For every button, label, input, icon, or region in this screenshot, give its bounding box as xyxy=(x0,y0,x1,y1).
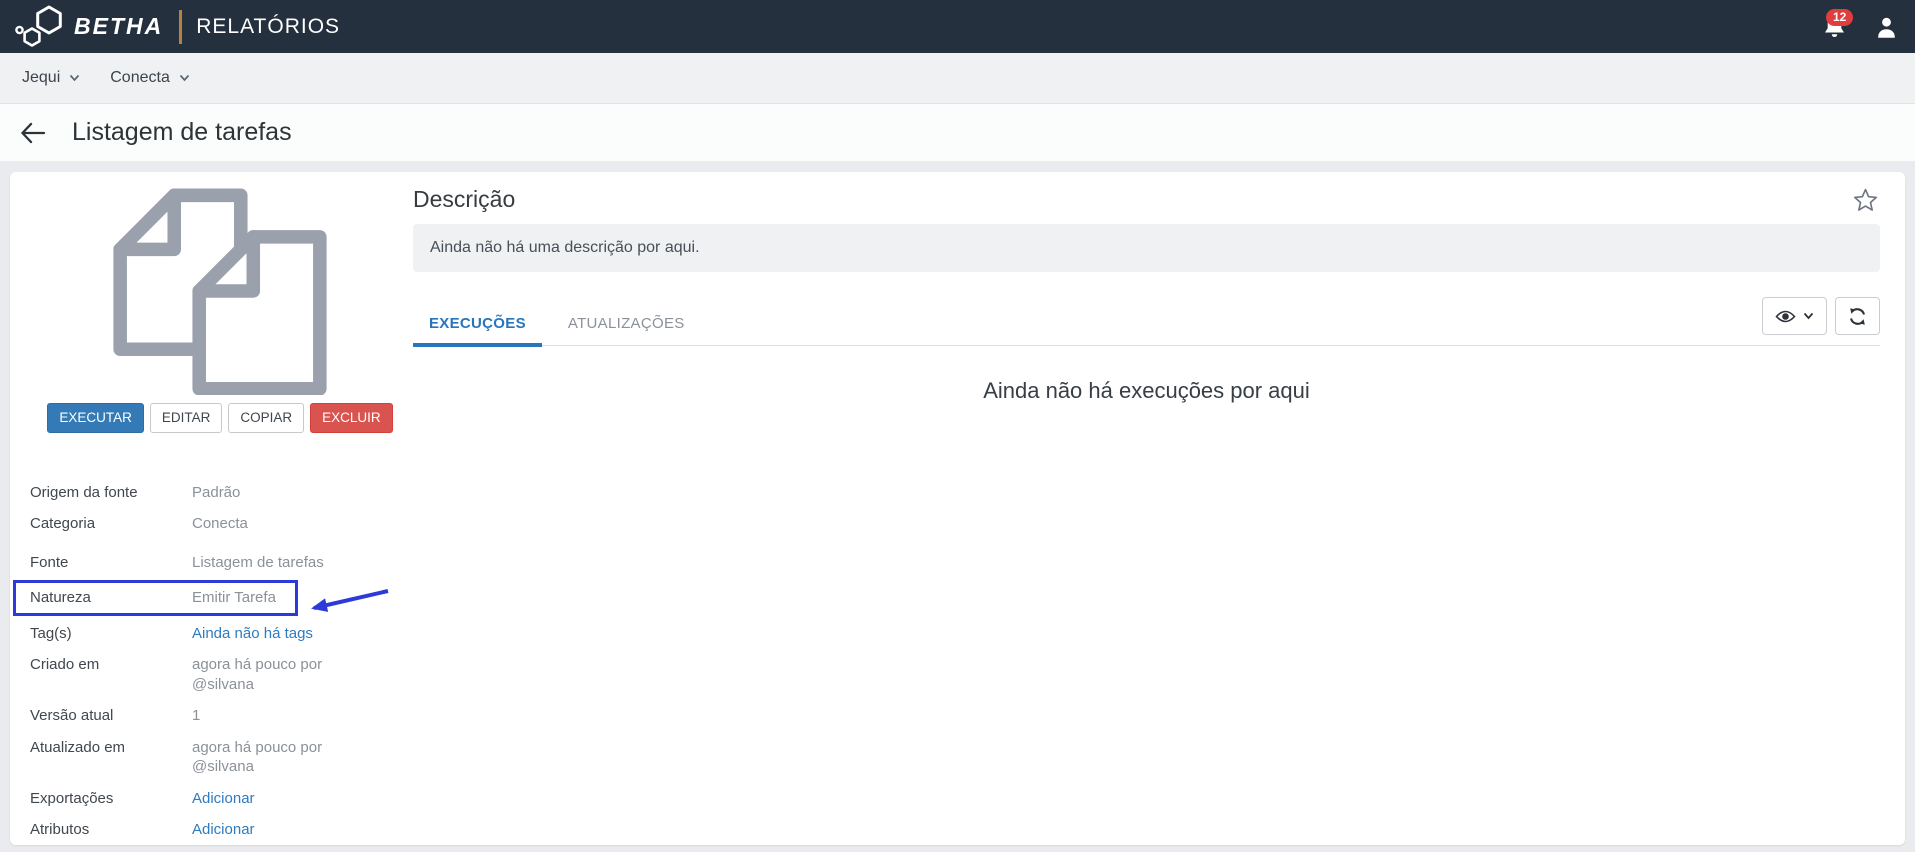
report-actions: EXECUTAR EDITAR COPIAR EXCLUIR xyxy=(30,403,410,433)
detail-row-categoria: Categoria Conecta xyxy=(30,508,400,540)
detail-value: Emitir Tarefa xyxy=(192,589,276,607)
chevron-down-icon xyxy=(69,74,80,82)
page-title: Listagem de tarefas xyxy=(72,118,292,146)
detail-value: agora há pouco por @silvana xyxy=(192,656,323,693)
favorite-star-button[interactable] xyxy=(1851,186,1880,214)
exportacoes-add-link[interactable]: Adicionar xyxy=(192,789,332,809)
detail-row-versao: Versão atual 1 xyxy=(30,700,400,732)
detail-value: Padrão xyxy=(192,483,241,501)
page-body: EXECUTAR EDITAR COPIAR EXCLUIR Origem da… xyxy=(0,161,1915,852)
detail-label: Atualizado em xyxy=(30,738,126,756)
breadcrumb-entity-label: Jequi xyxy=(22,69,61,86)
chevron-down-icon xyxy=(1803,312,1814,320)
notifications-button[interactable]: 12 xyxy=(1822,8,1854,41)
refresh-button[interactable] xyxy=(1835,297,1880,335)
tab-updates[interactable]: ATUALIZAÇÕES xyxy=(552,305,701,347)
detail-label: Natureza xyxy=(30,589,91,607)
detail-label: Versão atual xyxy=(30,707,114,725)
detail-value: Listagem de tarefas xyxy=(192,553,324,571)
detail-label: Atributos xyxy=(30,821,90,839)
star-icon xyxy=(1853,188,1878,212)
tabs-bar: EXECUÇÕES ATUALIZAÇÕES xyxy=(413,297,1880,347)
detail-value: 1 xyxy=(192,707,201,725)
detail-label: Categoria xyxy=(30,515,96,533)
brand-name: BETHA xyxy=(74,13,164,39)
executions-empty-text: Ainda não há execuções por aqui xyxy=(983,378,1310,403)
detail-label: Origem da fonte xyxy=(30,483,138,501)
detail-label: Exportações xyxy=(30,789,114,807)
app-title: RELATÓRIOS xyxy=(196,14,341,38)
description-title: Descrição xyxy=(413,186,516,212)
breadcrumb: Jequi Conecta xyxy=(0,53,1915,104)
details-list: Origem da fonte Padrão Categoria Conecta… xyxy=(13,477,410,845)
navbar: BETHA RELATÓRIOS 12 xyxy=(0,0,1915,53)
report-detail-panel: Descrição Ainda não há uma descrição por… xyxy=(410,172,1905,845)
delete-button[interactable]: EXCLUIR xyxy=(310,403,393,433)
report-card: EXECUTAR EDITAR COPIAR EXCLUIR Origem da… xyxy=(10,172,1905,845)
copy-button[interactable]: COPIAR xyxy=(228,403,305,433)
refresh-icon xyxy=(1848,307,1867,326)
document-thumbnail-icon xyxy=(111,187,329,395)
breadcrumb-context-label: Conecta xyxy=(110,69,170,86)
chevron-down-icon xyxy=(179,74,190,82)
brand: BETHA xyxy=(14,4,163,50)
detail-value: agora há pouco por @silvana xyxy=(192,738,323,776)
list-toolbar xyxy=(1762,297,1880,335)
report-summary-panel: EXECUTAR EDITAR COPIAR EXCLUIR Origem da… xyxy=(10,172,410,845)
brand-divider xyxy=(179,9,183,44)
detail-label: Tag(s) xyxy=(30,624,72,642)
edit-button[interactable]: EDITAR xyxy=(149,403,223,433)
user-menu-button[interactable] xyxy=(1876,16,1897,38)
tags-link[interactable]: Ainda não há tags xyxy=(192,624,332,644)
annotation-arrow xyxy=(300,585,392,623)
detail-row-exportacoes: Exportações Adicionar xyxy=(30,783,400,815)
detail-row-atributos: Atributos Adicionar xyxy=(30,814,400,845)
eye-icon xyxy=(1775,309,1796,324)
title-bar: Listagem de tarefas xyxy=(0,104,1915,161)
breadcrumb-context-dropdown[interactable]: Conecta xyxy=(110,69,190,87)
detail-row-origem: Origem da fonte Padrão xyxy=(30,477,400,509)
back-button[interactable] xyxy=(16,118,50,148)
tab-executions[interactable]: EXECUÇÕES xyxy=(413,305,542,347)
atributos-add-link[interactable]: Adicionar xyxy=(192,820,332,840)
betha-logo-icon xyxy=(14,4,64,50)
visibility-dropdown-button[interactable] xyxy=(1762,297,1827,335)
detail-row-natureza: Natureza Emitir Tarefa xyxy=(13,580,389,616)
detail-value: Conecta xyxy=(192,515,248,533)
description-empty-box: Ainda não há uma descrição por aqui. xyxy=(413,224,1880,272)
detail-row-criado: Criado em agora há pouco por @silvana xyxy=(30,649,400,700)
detail-label: Criado em xyxy=(30,656,100,674)
breadcrumb-entity-dropdown[interactable]: Jequi xyxy=(22,69,80,87)
detail-row-atualizado: Atualizado em agora há pouco por @silvan… xyxy=(30,732,400,783)
detail-row-fonte: Fonte Listagem de tarefas xyxy=(30,547,400,579)
detail-label: Fonte xyxy=(30,553,69,571)
user-icon xyxy=(1876,16,1897,38)
back-arrow-icon xyxy=(20,122,46,144)
execute-button[interactable]: EXECUTAR xyxy=(47,403,144,433)
notification-badge: 12 xyxy=(1826,8,1854,26)
